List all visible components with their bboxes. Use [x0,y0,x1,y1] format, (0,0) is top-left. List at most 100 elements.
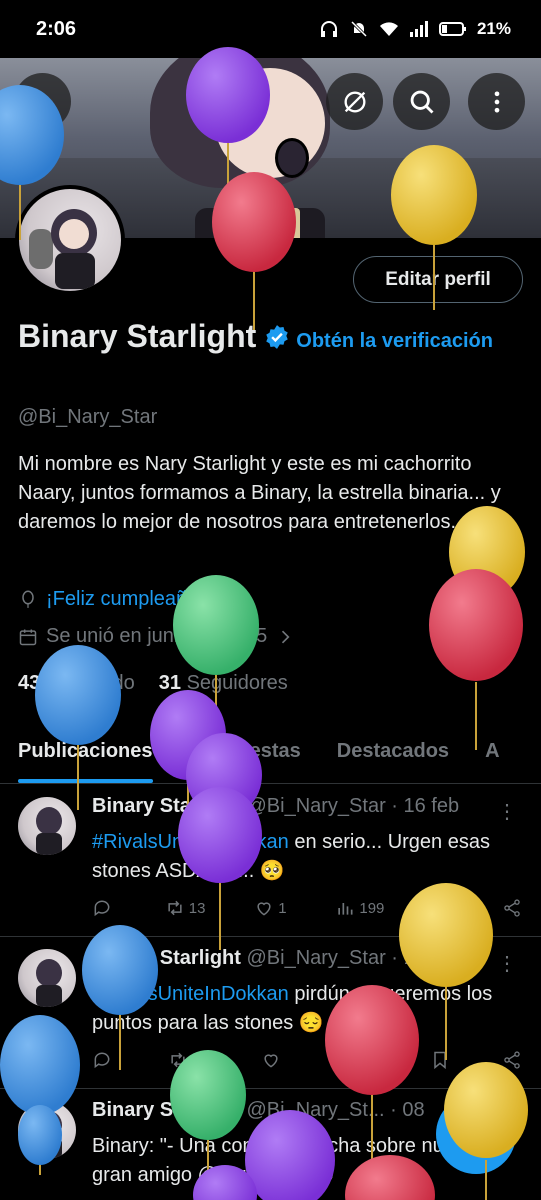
repost-button[interactable]: 13 [165,898,206,918]
post-avatar-hair [36,959,62,987]
edit-profile-button[interactable]: Editar perfil [353,256,523,303]
followers-count: 31 [158,672,182,694]
repost-count: 10 [192,1051,209,1069]
post-avatar-body [36,833,62,855]
heart-icon [257,902,271,916]
more-vertical-icon [494,91,499,112]
reply-button[interactable] [92,1050,116,1070]
display-name: Binary Starlight [18,318,257,354]
post-text: #RivalsUniteInDokkan pirdún... queremos … [92,980,522,1038]
status-icons: 21% [319,19,511,39]
tab-destacados[interactable]: Destacados [319,728,467,783]
search-icon [410,90,433,113]
post-actions: 10 72 [92,1050,522,1070]
heart-icon [264,1054,278,1068]
like-count: 1 [278,899,287,917]
following-count: 43 [18,672,41,694]
like-button[interactable]: 1 [254,898,287,918]
wifi-icon [379,22,398,36]
grok-button[interactable] [326,73,383,130]
bookmark-icon [434,1051,446,1070]
bookmark-icon [437,899,449,918]
repost-button[interactable]: 10 [168,1050,209,1070]
post-more-icon[interactable]: ⋮ [497,799,517,824]
post-header: Binary Starlight @Bi_Nary_St... · 08 [92,1099,425,1122]
post-avatar-body [36,985,62,1007]
bookmark-button[interactable] [430,1050,450,1070]
back-button[interactable] [14,73,71,130]
post-avatar[interactable] [18,1101,76,1159]
post-meta: @Bi_Nary_St... · 08 [246,1099,425,1121]
chevron-right-icon [282,630,290,643]
profile-avatar[interactable] [15,185,125,295]
post-item[interactable]: Binary Starlight @Bi_Nary_Star · 16 feb … [0,937,541,1089]
avatar-image [19,189,121,291]
views-button[interactable]: 199 [335,898,384,918]
post-avatar-body [36,1137,62,1159]
repost-icon [168,900,182,916]
battery-icon [438,22,466,36]
reply-icon [94,900,110,917]
repost-count: 13 [188,899,206,917]
following-link[interactable]: 43 Siguiendo [18,672,135,695]
post-actions: 13 1 199 [92,898,522,918]
post-hashtag[interactable]: #RivalsUniteInDokkan [92,831,289,853]
post-header: Binary Starlight @Bi_Nary_Star · 16 feb [92,795,459,818]
follow-stats: 43 Siguiendo 31 Seguidores [18,672,288,695]
post-more-icon[interactable]: ⋮ [497,951,517,976]
post-author-name: Binary Starlight [92,1099,241,1121]
following-label: Siguiendo [45,672,135,694]
username-handle: @Bi_Nary_Star [18,406,158,428]
headphones-icon [320,21,337,37]
profile-tabs: Publicaciones Respuestas Destacados A [0,728,541,784]
birthday-text[interactable]: ¡Feliz cumpleaños! [46,588,214,611]
reply-button[interactable] [92,898,116,918]
profile-bio: Mi nombre es Nary Starlight y este es mi… [18,453,501,533]
tab-respuestas[interactable]: Respuestas [171,728,319,783]
grok-icon [344,91,365,112]
avatar-body [55,253,95,289]
avatar-dog [29,229,53,269]
post-item[interactable]: Binary Starlight @Bi_Nary_Star · 16 feb … [0,785,541,937]
calendar-icon [19,629,37,645]
mute-bell-icon [350,21,368,37]
joined-text: Se unió en junio de 2025 [46,625,268,647]
birthday-row[interactable]: ¡Feliz cumpleaños! [18,588,214,611]
banner-character-eye [275,138,309,178]
post-author-name: Binary Starlight [92,795,241,817]
balloon-red [429,569,523,750]
followers-label: Seguidores [186,672,288,694]
view-count: 199 [359,899,385,917]
avatar-face [59,219,89,249]
search-button[interactable] [393,73,450,130]
clock: 2:06 [36,17,77,40]
tab-articulos[interactable]: A [467,728,517,783]
verified-badge-icon [266,325,288,349]
post-meta: @Bi_Nary_Star · 16 feb [246,947,460,969]
signal-icon [409,21,428,37]
share-icon [504,899,520,917]
bookmark-button[interactable] [433,898,453,918]
battery-percent: 21% [476,19,511,38]
like-button[interactable] [261,1050,285,1070]
tab-publicaciones[interactable]: Publicaciones [0,728,171,783]
post-avatar[interactable] [18,797,76,855]
share-button[interactable] [502,1050,522,1070]
views-button[interactable]: 72 [337,1050,378,1070]
post-hashtag[interactable]: #RivalsUniteInDokkan [92,983,289,1005]
post-meta: @Bi_Nary_Star · 16 feb [246,795,460,817]
reply-icon [94,1052,110,1069]
post-author-name: Binary Starlight [92,947,241,969]
joined-row[interactable]: Se unió en junio de 2025 [18,625,295,648]
post-text: #RivalsUniteInDokkan en serio... Urgen e… [92,828,522,886]
share-button[interactable] [502,898,522,918]
post-avatar[interactable] [18,949,76,1007]
compose-post-button[interactable]: + [436,1094,516,1174]
back-arrow-icon [32,92,52,111]
repost-icon [171,1052,185,1068]
followers-link[interactable]: 31 Seguidores [159,672,288,695]
banner-console [220,208,300,238]
more-options-button[interactable] [468,73,525,130]
balloon-icon [22,590,34,608]
get-verified-link[interactable]: Obtén la verificación [296,330,493,352]
